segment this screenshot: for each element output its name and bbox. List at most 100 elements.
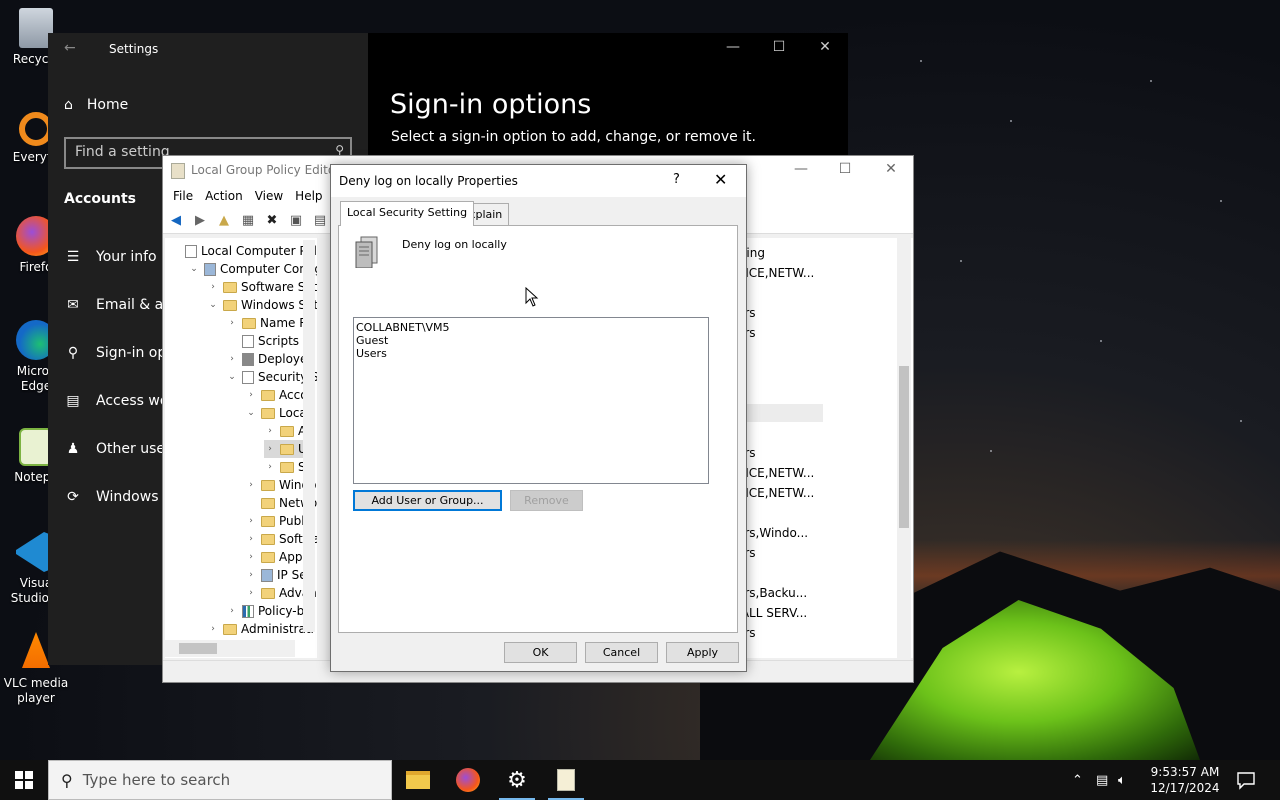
chevron-right-icon[interactable]: ›	[245, 480, 257, 490]
policy-row[interactable]: ors,Backu...	[737, 586, 807, 600]
chevron-right-icon[interactable]: ›	[245, 552, 257, 562]
properties-icon[interactable]: ▣	[287, 212, 305, 230]
gpe-tree-pane[interactable]: Local Computer Pol ⌄ Computer Config › Softw…	[165, 238, 317, 658]
tab-local-security-setting[interactable]: Local Security Setting	[340, 201, 475, 226]
chevron-right-icon[interactable]: ›	[264, 462, 276, 472]
tree-item[interactable]: › Administrati	[207, 620, 314, 638]
cancel-button[interactable]: Cancel	[585, 642, 658, 663]
tree-item[interactable]: Scripts (S	[226, 332, 315, 350]
show-hidden-icons[interactable]: ⌃	[1072, 760, 1083, 800]
chevron-down-icon[interactable]: ⌄	[188, 264, 200, 274]
chevron-right-icon[interactable]: ›	[245, 588, 257, 598]
policy-row[interactable]: VICE,NETW...	[737, 266, 814, 280]
start-button[interactable]	[0, 760, 48, 800]
network-tray[interactable]: ▤	[1096, 760, 1108, 800]
back-arrow-icon[interactable]: ◀	[167, 212, 185, 230]
volume-tray[interactable]: 🔈︎	[1118, 760, 1126, 800]
tree-item[interactable]: › Policy-ba	[226, 602, 311, 620]
star	[1100, 340, 1102, 342]
chevron-down-icon[interactable]: ⌄	[226, 372, 238, 382]
home-icon: ⌂	[64, 97, 73, 113]
chevron-right-icon[interactable]: ›	[245, 534, 257, 544]
maximize-icon[interactable]: ☐	[764, 39, 794, 55]
minimize-icon[interactable]: —	[718, 39, 748, 55]
delete-icon[interactable]: ✖	[263, 212, 281, 230]
taskbar-search-box[interactable]: ⚲ Type here to search	[48, 760, 392, 800]
scrollbar-thumb[interactable]	[179, 643, 217, 654]
chevron-down-icon[interactable]: ⌄	[245, 408, 257, 418]
menu-file[interactable]: File	[169, 186, 201, 208]
printer-icon	[242, 352, 254, 366]
menu-help[interactable]: Help	[291, 186, 330, 208]
maximize-icon[interactable]: ☐	[825, 161, 865, 177]
add-user-or-group-button[interactable]: Add User or Group...	[353, 490, 502, 511]
tree-vertical-scrollbar[interactable]	[303, 240, 315, 632]
policy-editor-icon	[171, 163, 185, 179]
list-item[interactable]: Guest	[356, 334, 706, 347]
taskbar-file-explorer[interactable]	[394, 760, 442, 800]
star	[1220, 200, 1222, 202]
chevron-right-icon[interactable]: ›	[245, 516, 257, 526]
show-hide-tree-icon[interactable]: ▦	[239, 212, 257, 230]
close-icon[interactable]: ✕	[871, 161, 911, 177]
taskbar-notepad[interactable]	[542, 760, 590, 800]
nav-other-users[interactable]: ♟ Other users	[64, 441, 178, 457]
menu-view[interactable]: View	[251, 186, 291, 208]
tree-item[interactable]: › Software Set	[207, 278, 317, 296]
folder-icon	[242, 317, 256, 329]
users-groups-listbox[interactable]: COLLABNET\VM5 Guest Users	[353, 317, 709, 484]
tree-item[interactable]: ⌄ Computer Config	[188, 260, 317, 278]
folder-icon	[261, 497, 275, 509]
chevron-right-icon[interactable]: ›	[226, 354, 238, 364]
minimize-icon[interactable]: —	[781, 161, 821, 177]
close-icon[interactable]: ✕	[810, 39, 840, 55]
policy-row[interactable]: VICE,NETW...	[737, 486, 814, 500]
back-arrow-icon[interactable]: ←	[64, 40, 76, 56]
taskbar-firefox[interactable]	[444, 760, 492, 800]
list-item[interactable]: COLLABNET\VM5	[356, 321, 706, 334]
ok-button[interactable]: OK	[504, 642, 577, 663]
up-folder-icon[interactable]: ▲	[215, 212, 233, 230]
close-icon[interactable]: ✕	[714, 170, 727, 189]
tree-item[interactable]: Local Computer Pol	[169, 242, 317, 260]
export-list-icon[interactable]: ▤	[311, 212, 329, 230]
folder-icon	[261, 389, 275, 401]
nav-your-info[interactable]: ☰ Your info	[64, 249, 157, 265]
tree-item[interactable]: ⌄ Local	[245, 404, 310, 422]
chevron-right-icon[interactable]: ›	[226, 318, 238, 328]
forward-arrow-icon[interactable]: ▶	[191, 212, 209, 230]
gpe-policy-list-pane[interactable]: ttingVICE,NETW...orsorsorsVICE,NETW...VI…	[723, 238, 913, 658]
tree-item[interactable]: ⌄ Windows Set	[207, 296, 317, 314]
server-policy-icon	[355, 236, 378, 268]
taskbar-settings[interactable]: ⚙	[493, 760, 541, 800]
tree-item[interactable]: › Name Re	[226, 314, 314, 332]
chevron-right-icon[interactable]: ›	[226, 606, 238, 616]
taskbar-clock[interactable]: 9:53:57 AM 12/17/2024	[1140, 764, 1230, 796]
chevron-right-icon[interactable]: ›	[264, 426, 276, 436]
scrollbar-thumb[interactable]	[899, 366, 909, 528]
star	[1150, 80, 1152, 82]
nav-access-work[interactable]: ▤ Access wor	[64, 393, 174, 409]
chevron-right-icon[interactable]: ›	[245, 390, 257, 400]
remove-button[interactable]: Remove	[510, 490, 583, 511]
help-button[interactable]: ?	[673, 172, 680, 187]
policy-list-vertical-scrollbar[interactable]	[897, 238, 911, 658]
policy-row[interactable]: ors,Windo...	[737, 526, 808, 540]
notification-icon[interactable]	[1236, 770, 1256, 790]
nav-sign-in-options[interactable]: ⚲ Sign-in opt	[64, 345, 172, 361]
tree-item[interactable]: › Deployed	[226, 350, 315, 368]
apply-button[interactable]: Apply	[666, 642, 739, 663]
menu-action[interactable]: Action	[201, 186, 251, 208]
tree-horizontal-scrollbar[interactable]	[165, 640, 295, 657]
dialog-title: Deny log on locally Properties	[339, 174, 518, 188]
chevron-down-icon[interactable]: ⌄	[207, 300, 219, 310]
list-item[interactable]: Users	[356, 347, 706, 360]
policy-row[interactable]: ,ALL SERV...	[737, 606, 807, 620]
nav-windows-backup[interactable]: ⟳ Windows b	[64, 489, 172, 505]
chevron-right-icon[interactable]: ›	[207, 624, 219, 634]
policy-row[interactable]: VICE,NETW...	[737, 466, 814, 480]
chevron-right-icon[interactable]: ›	[245, 570, 257, 580]
settings-home[interactable]: ⌂ Home	[64, 97, 128, 113]
chevron-right-icon[interactable]: ›	[207, 282, 219, 292]
chevron-right-icon[interactable]: ›	[264, 444, 276, 454]
